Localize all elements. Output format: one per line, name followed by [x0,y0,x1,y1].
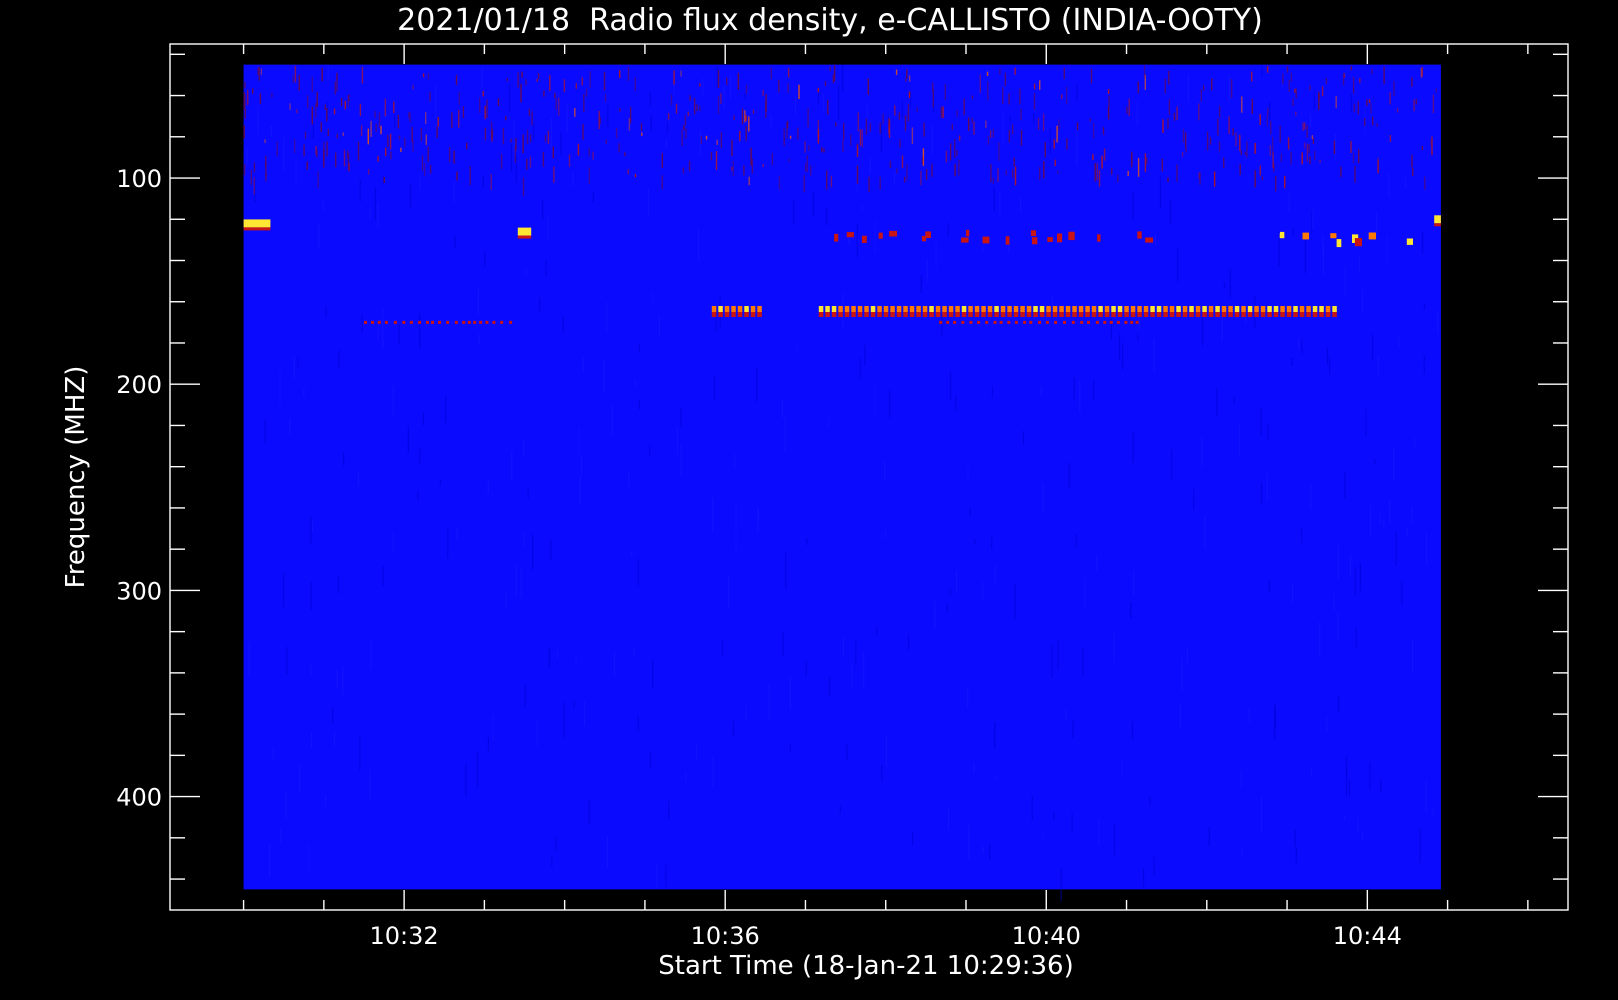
x-tick-label: 10:36 [691,922,760,950]
y-tick-label: 100 [116,165,162,193]
spectrogram-heatmap [243,64,1441,901]
chart-title: 2021/01/18 Radio flux density, e-CALLIST… [397,3,1263,38]
feature-8 [1434,215,1441,227]
spectrogram-background [243,64,1441,890]
x-tick-label: 10:44 [1333,922,1402,950]
y-tick-label: 300 [116,577,162,605]
feature-6 [243,219,271,231]
x-axis-label: Start Time (18-Jan-21 10:29:36) [658,951,1073,981]
y-tick-label: 200 [116,371,162,399]
y-axis-label: Frequency (MHZ) [61,366,91,589]
x-tick-label: 10:32 [370,922,439,950]
feature-7 [517,227,532,239]
x-tick-label: 10:40 [1012,922,1081,950]
spectrogram-chart: 2021/01/18 Radio flux density, e-CALLIST… [61,3,1569,981]
y-tick-label: 400 [116,784,162,812]
